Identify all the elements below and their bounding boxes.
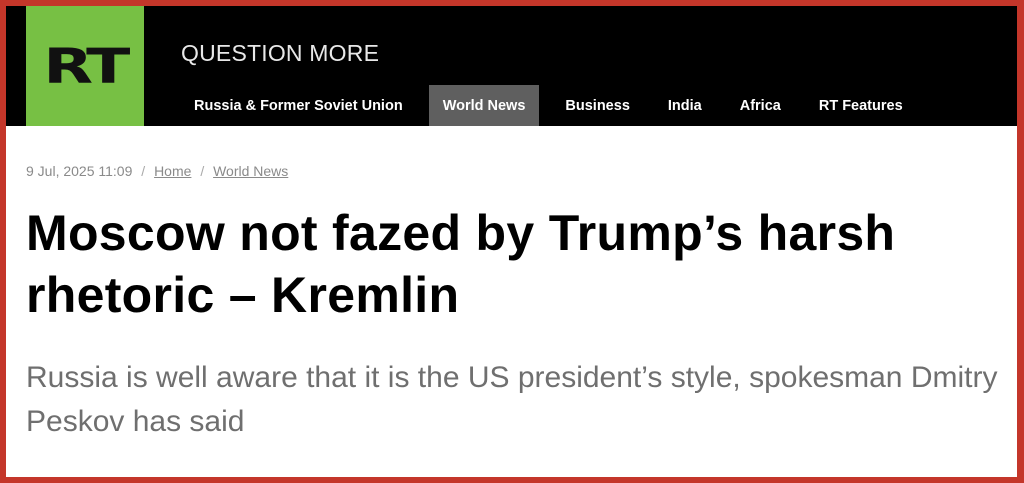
screenshot-frame: RT QUESTION MORE Russia & Former Soviet … xyxy=(0,0,1024,483)
nav-item-india[interactable]: India xyxy=(649,85,721,126)
main-nav: Russia & Former Soviet Union World News … xyxy=(181,85,922,126)
rt-logo[interactable]: RT xyxy=(26,6,144,126)
breadcrumb-home-link[interactable]: Home xyxy=(154,163,191,179)
site-header: RT QUESTION MORE Russia & Former Soviet … xyxy=(6,6,1017,126)
logo-text: RT xyxy=(43,39,130,95)
article-meta: 9 Jul, 2025 11:09 / Home / World News xyxy=(26,163,288,179)
article-timestamp: 9 Jul, 2025 11:09 xyxy=(26,163,133,179)
tagline: QUESTION MORE xyxy=(181,40,380,66)
article-summary: Russia is well aware that it is the US p… xyxy=(26,361,998,438)
nav-item-russia-former-soviet-union[interactable]: Russia & Former Soviet Union xyxy=(181,85,422,126)
breadcrumb-separator: / xyxy=(141,163,146,179)
page: RT QUESTION MORE Russia & Former Soviet … xyxy=(6,6,1017,477)
article-headline: Moscow not fazed by Trump’s harsh rhetor… xyxy=(26,205,896,323)
nav-item-africa[interactable]: Africa xyxy=(721,85,800,126)
nav-item-business[interactable]: Business xyxy=(546,85,648,126)
breadcrumb-world-news-link[interactable]: World News xyxy=(213,163,288,179)
breadcrumb-separator: / xyxy=(200,163,205,179)
nav-item-world-news[interactable]: World News xyxy=(428,85,540,126)
nav-item-rt-features[interactable]: RT Features xyxy=(800,85,922,126)
